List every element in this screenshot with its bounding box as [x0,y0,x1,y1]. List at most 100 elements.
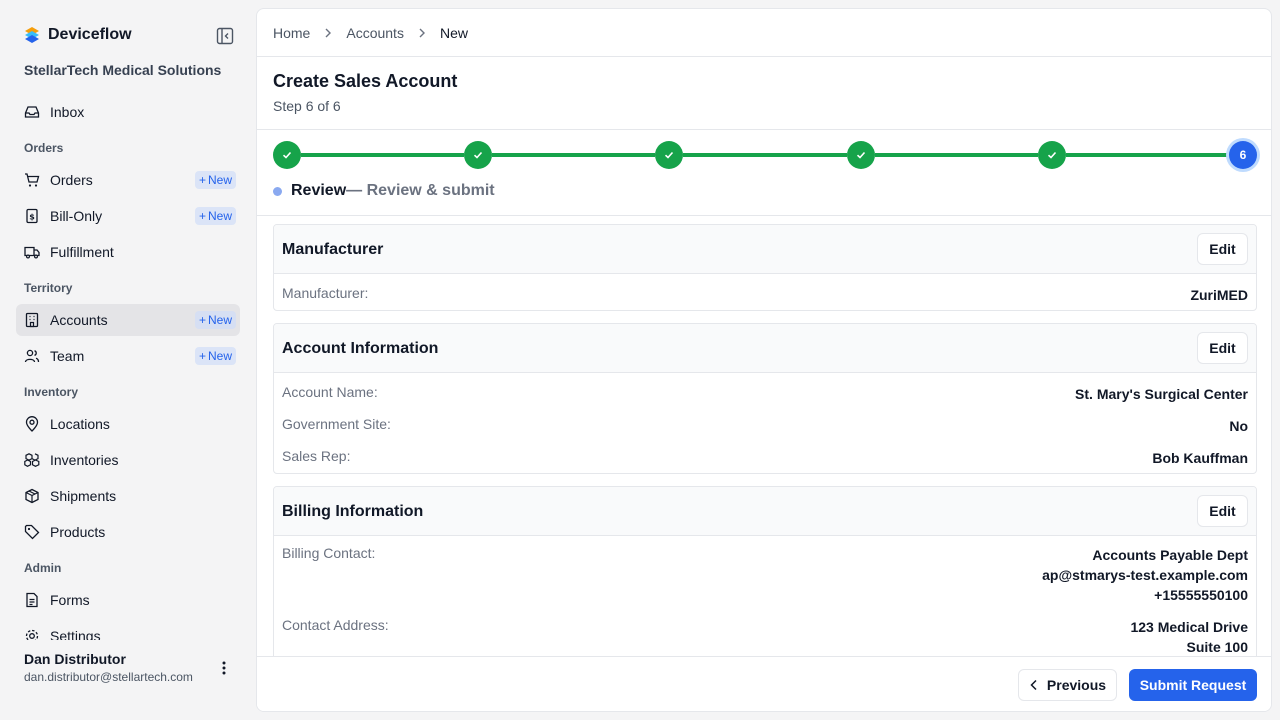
billing-contact-email: ap@stmarys-test.example.com [1042,567,1248,583]
sidebar-item-inventories[interactable]: Inventories [16,444,240,476]
field-label: Contact Address: [282,617,389,633]
detail-row: Manufacturer: ZuriMED [282,285,1248,305]
section-label-inventory: Inventory [24,385,79,399]
step-6-current[interactable]: 6 [1229,141,1257,169]
sidebar-scroll-clip: Settings [0,620,256,640]
new-order-button[interactable]: + New [194,171,236,189]
check-icon [282,151,292,159]
users-icon [24,348,40,364]
edit-billing-button[interactable]: Edit [1197,495,1248,527]
sidebar-item-locations[interactable]: Locations [16,408,240,440]
sidebar-collapse-icon[interactable] [216,27,234,45]
cart-icon [24,172,40,188]
chevron-right-icon [418,25,426,41]
field-value: ZuriMED [1190,287,1248,303]
plus-icon: + [198,173,206,187]
detail-row: Sales Rep: Bob Kauffman [282,448,1248,468]
sidebar-item-fulfillment[interactable]: Fulfillment [16,236,240,268]
billing-contact-name: Accounts Payable Dept [1092,547,1248,563]
previous-button-label: Previous [1046,677,1107,693]
section-label-territory: Territory [24,281,73,295]
new-team-button[interactable]: + New [194,347,236,365]
field-label: Sales Rep: [282,448,351,464]
step-name: Review [291,182,347,199]
detail-row: Government Site: No [282,416,1248,436]
new-account-button[interactable]: + New [194,311,236,329]
sidebar-item-team[interactable]: Team + New [16,340,240,372]
field-label: Billing Contact: [282,545,376,561]
step-connector [683,153,847,157]
sidebar: Deviceflow StellarTech Medical Solutions… [0,0,256,720]
check-icon [473,151,483,159]
package-icon [24,488,40,504]
step-4-complete[interactable] [847,141,875,169]
submit-request-button[interactable]: Submit Request [1129,669,1257,701]
check-icon [856,151,866,159]
check-icon [1047,151,1057,159]
sidebar-item-label: Inventories [50,452,119,468]
detail-row: Contact Address: 123 Medical Drive Suite… [282,617,1248,656]
sidebar-item-label: Bill-Only [50,208,103,224]
breadcrumb-accounts[interactable]: Accounts [346,25,404,41]
sidebar-item-products[interactable]: Products [16,516,240,548]
detail-row: Account Name: St. Mary's Surgical Center [282,384,1248,404]
plus-icon: + [198,209,206,223]
sidebar-item-orders[interactable]: Orders + New [16,164,240,196]
new-bill-only-button[interactable]: + New [194,207,236,225]
org-name[interactable]: StellarTech Medical Solutions [24,62,221,78]
section-label-orders: Orders [24,141,64,155]
field-value: St. Mary's Surgical Center [1075,386,1248,402]
sidebar-item-label: Settings [50,628,101,640]
step-3-complete[interactable] [655,141,683,169]
user-profile[interactable]: Dan Distributor dan.distributor@stellart… [24,651,193,684]
step-2-complete[interactable] [464,141,492,169]
section-label-admin: Admin [24,561,62,575]
detail-row: Billing Contact: Accounts Payable Dept a… [282,545,1248,605]
map-pin-icon [24,416,40,432]
sidebar-item-settings[interactable]: Settings [16,620,240,640]
step-connector [301,153,464,157]
review-content[interactable]: Manufacturer Edit Manufacturer: ZuriMED … [257,216,1271,656]
main-panel: Home Accounts New Create Sales Account S… [256,8,1272,712]
new-badge-label: New [207,313,232,327]
new-badge-label: New [207,209,232,223]
section-title: Account Information [282,340,439,357]
divider [257,129,1271,130]
document-icon [24,592,40,608]
field-value: Accounts Payable Dept ap@stmarys-test.ex… [1042,545,1248,605]
sidebar-item-label: Shipments [50,488,117,504]
step-1-complete[interactable] [273,141,301,169]
field-label: Manufacturer: [282,285,369,301]
plus-icon: + [198,349,206,363]
manufacturer-section: Manufacturer Edit Manufacturer: ZuriMED [273,224,1257,311]
field-value: No [1229,418,1248,434]
breadcrumb-home[interactable]: Home [273,25,310,41]
section-title: Manufacturer [282,241,384,258]
sidebar-item-bill-only[interactable]: $ Bill-Only + New [16,200,240,232]
section-header: Account Information Edit [274,324,1256,373]
edit-manufacturer-button[interactable]: Edit [1197,233,1248,265]
sidebar-item-label: Team [50,348,85,364]
gear-icon [24,628,40,640]
user-email: dan.distributor@stellartech.com [24,670,193,684]
sidebar-item-label: Accounts [50,312,108,328]
step-description: — Review & submit [346,182,495,199]
more-vertical-icon[interactable] [216,659,232,677]
sidebar-item-inbox[interactable]: Inbox [16,96,240,128]
step-5-complete[interactable] [1038,141,1066,169]
plus-icon: + [198,313,206,327]
step-connector [875,153,1038,157]
brand[interactable]: Deviceflow [24,26,132,44]
edit-account-button[interactable]: Edit [1197,332,1248,364]
tag-icon [24,524,40,540]
sidebar-item-accounts[interactable]: Accounts + New [16,304,240,336]
chevron-left-icon [1030,679,1037,691]
sidebar-item-shipments[interactable]: Shipments [16,480,240,512]
sidebar-item-forms[interactable]: Forms [16,584,240,616]
previous-button[interactable]: Previous [1018,669,1117,701]
new-badge-label: New [207,173,232,187]
breadcrumb: Home Accounts New [273,25,468,41]
step-connector [492,153,655,157]
building-icon [24,312,40,328]
section-header: Billing Information Edit [274,487,1256,536]
